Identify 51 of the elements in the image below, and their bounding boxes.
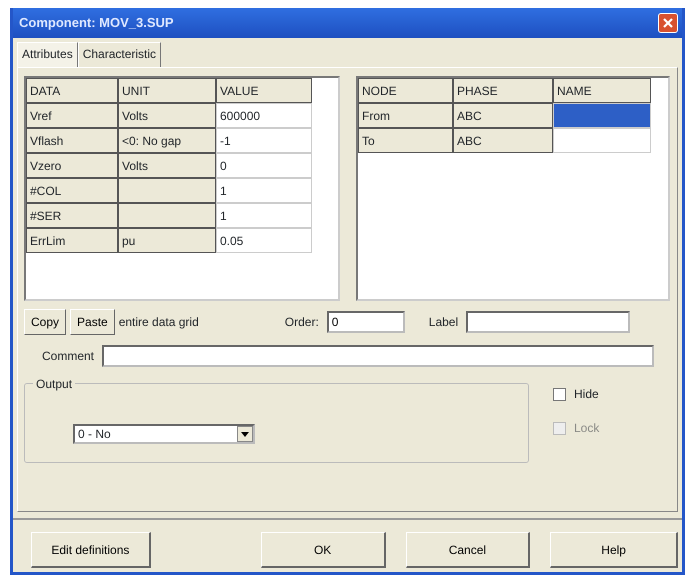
table-cell: ABC — [453, 128, 553, 153]
grid-note: entire data grid — [118, 314, 199, 331]
checkbox-label: Lock — [574, 420, 600, 437]
table-cell: Volts — [118, 153, 216, 178]
dropdown-arrow-icon — [241, 432, 249, 436]
table-cell: ABC — [453, 103, 553, 128]
table-cell: To — [358, 128, 453, 153]
paste-button[interactable]: Paste — [70, 309, 115, 335]
table-cell: Vflash — [26, 128, 118, 153]
value-cell[interactable]: 0.05 — [216, 228, 312, 253]
table-cell: ErrLim — [26, 228, 118, 253]
tab[interactable]: Characteristic — [78, 42, 162, 67]
table-cell: Vzero — [26, 153, 118, 178]
name-cell[interactable] — [553, 103, 651, 128]
checkbox-label: Hide — [574, 386, 599, 403]
label-field[interactable] — [466, 311, 630, 333]
table-cell: pu — [118, 228, 216, 253]
table-cell: Volts — [118, 103, 216, 128]
order-label: Order: — [284, 314, 319, 331]
value-cell[interactable]: 1 — [216, 178, 312, 203]
value-cell[interactable]: -1 — [216, 128, 312, 153]
column-header: UNIT — [118, 78, 216, 103]
checkbox[interactable] — [553, 388, 566, 400]
dialog-button[interactable]: Cancel — [406, 532, 530, 568]
table-cell: #COL — [26, 178, 118, 203]
value-cell[interactable]: 0 — [216, 153, 312, 178]
column-header: NODE — [358, 78, 453, 103]
close-button[interactable] — [658, 13, 678, 33]
name-cell[interactable] — [553, 128, 651, 153]
order-field[interactable]: 0 — [326, 311, 405, 333]
output-dropdown[interactable]: 0 - No — [73, 424, 255, 444]
comment-label: Comment — [42, 348, 94, 365]
value-cell[interactable]: 600000 — [216, 103, 312, 128]
dialog-button[interactable]: Edit definitions — [31, 532, 151, 568]
comment-field[interactable] — [102, 345, 654, 367]
table-cell: <0: No gap — [118, 128, 216, 153]
table-cell: #SER — [26, 203, 118, 228]
table-cell: Vref — [26, 103, 118, 128]
column-header: VALUE — [216, 78, 312, 103]
copy-button[interactable]: Copy — [24, 309, 66, 335]
label-label: Label — [428, 314, 458, 331]
column-header: NAME — [553, 78, 651, 103]
table-cell: From — [358, 103, 453, 128]
window-title: Component: MOV_3.SUP — [19, 14, 174, 32]
dialog-button[interactable]: Help — [550, 532, 678, 568]
tab[interactable]: Attributes — [17, 42, 78, 67]
dialog-button[interactable]: OK — [260, 532, 386, 568]
column-header: DATA — [26, 78, 118, 103]
value-cell[interactable]: 1 — [216, 203, 312, 228]
close-icon — [662, 17, 674, 29]
column-header: PHASE — [453, 78, 553, 103]
